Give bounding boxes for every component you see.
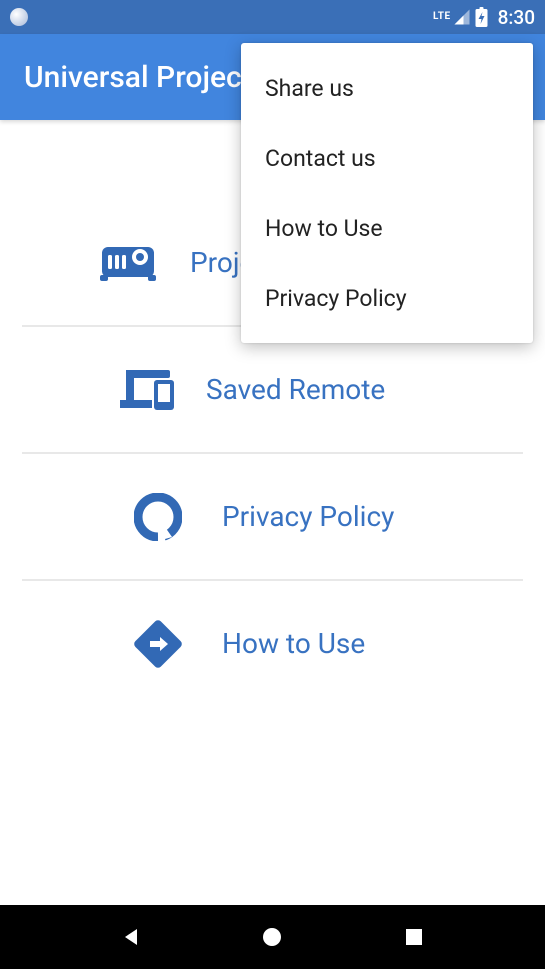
menu-label: Saved Remote xyxy=(206,373,385,406)
assistant-orb-icon xyxy=(10,8,28,26)
nav-back-button[interactable] xyxy=(101,907,161,967)
overflow-label: Contact us xyxy=(265,145,376,172)
recent-icon xyxy=(403,926,425,948)
menu-label: Privacy Policy xyxy=(222,500,394,533)
projector-icon xyxy=(100,243,156,283)
clock-label: 8:30 xyxy=(498,6,535,29)
menu-privacy-policy[interactable]: Privacy Policy xyxy=(0,454,545,579)
home-icon xyxy=(260,925,284,949)
devices-icon xyxy=(120,368,176,412)
status-left xyxy=(10,8,28,26)
menu-label: How to Use xyxy=(222,627,365,660)
status-right: LTE 8:30 xyxy=(433,6,535,29)
overflow-privacy-policy[interactable]: Privacy Policy xyxy=(241,263,533,333)
network-label: LTE xyxy=(433,12,451,22)
overflow-label: Share us xyxy=(265,75,354,102)
directions-icon xyxy=(130,618,186,670)
menu-how-to-use[interactable]: How to Use xyxy=(0,581,545,706)
status-bar: LTE 8:30 xyxy=(0,0,545,34)
overflow-label: Privacy Policy xyxy=(265,285,407,312)
overflow-menu: Share us Contact us How to Use Privacy P… xyxy=(241,43,533,343)
nav-home-button[interactable] xyxy=(242,907,302,967)
overflow-label: How to Use xyxy=(265,215,383,242)
nav-recent-button[interactable] xyxy=(384,907,444,967)
overflow-how-to-use[interactable]: How to Use xyxy=(241,193,533,263)
back-icon xyxy=(119,925,143,949)
menu-saved-remote[interactable]: Saved Remote xyxy=(0,327,545,452)
overflow-contact-us[interactable]: Contact us xyxy=(241,123,533,193)
navigation-bar xyxy=(0,905,545,969)
ring-icon xyxy=(130,493,186,541)
overflow-share-us[interactable]: Share us xyxy=(241,53,533,123)
battery-charging-icon xyxy=(475,7,488,27)
signal-icon xyxy=(453,8,471,26)
app-title: Universal Projec xyxy=(24,60,242,95)
